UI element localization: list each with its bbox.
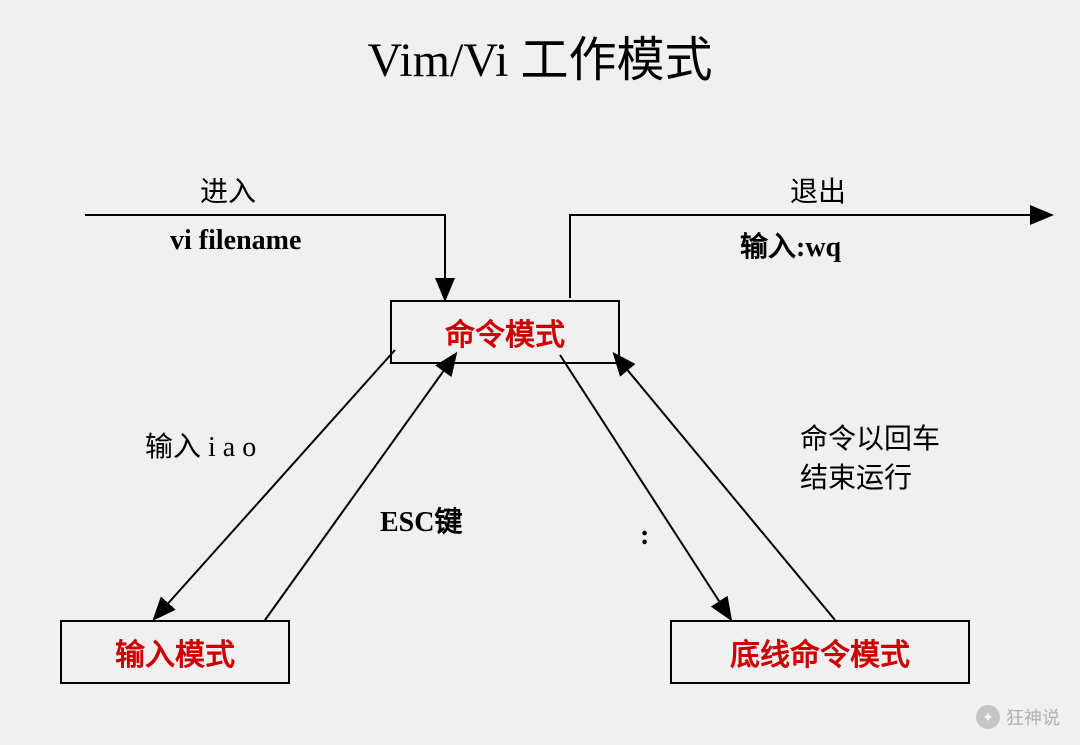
label-vi-filename: vi filename: [170, 225, 301, 257]
node-input-mode: 输入模式: [60, 620, 290, 684]
watermark-text: 狂神说: [1006, 704, 1060, 730]
label-iao: 输入 i a o: [145, 425, 256, 465]
node-command-mode: 命令模式: [390, 300, 620, 364]
label-esc-key: ESC键: [380, 500, 462, 540]
label-exit: 退出: [790, 170, 846, 210]
label-enter: 进入: [200, 170, 256, 210]
arrow-to-input: [155, 350, 395, 618]
label-enter-end-line1: 命令以回车: [800, 424, 940, 455]
arrow-esc: [265, 355, 455, 620]
diagram-title: Vim/Vi 工作模式: [368, 20, 713, 90]
label-enter-end-line2: 结束运行: [800, 463, 912, 494]
label-enter-end: 命令以回车 结束运行: [800, 420, 940, 498]
label-wq: 输入:wq: [740, 225, 841, 265]
watermark: ✦ 狂神说: [976, 704, 1060, 730]
label-colon: :: [640, 520, 649, 552]
wechat-icon: ✦: [976, 705, 1000, 729]
arrow-colon: [560, 355, 730, 618]
node-bottom-line-mode: 底线命令模式: [670, 620, 970, 684]
